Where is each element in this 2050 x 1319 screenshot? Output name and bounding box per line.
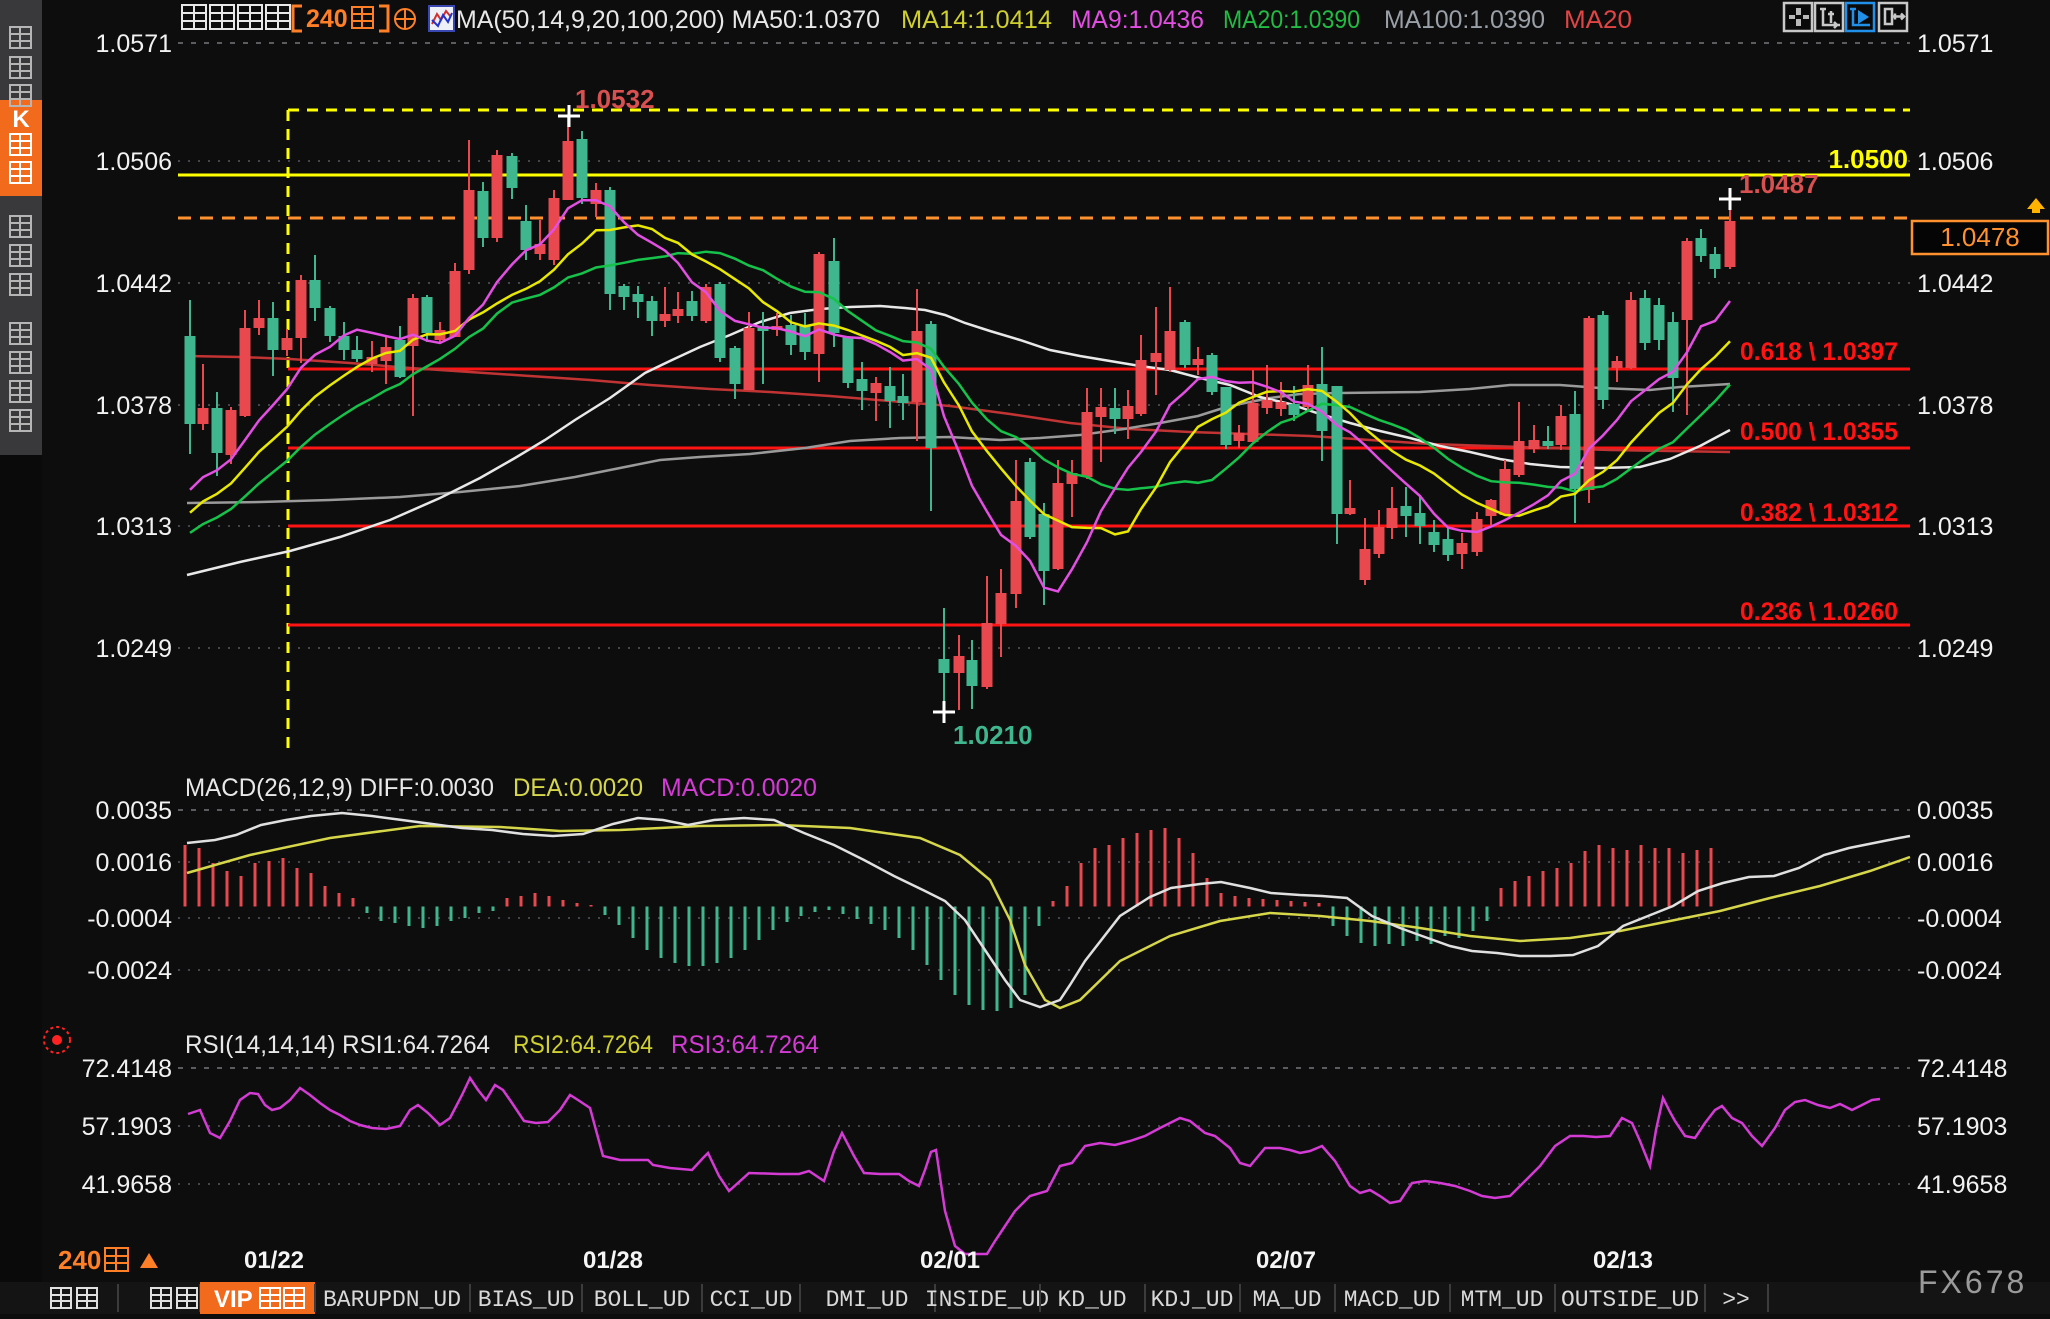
svg-text:VIP: VIP xyxy=(214,1286,253,1313)
svg-text:-0.0004: -0.0004 xyxy=(1917,905,2002,933)
svg-text:K: K xyxy=(12,106,30,133)
svg-text:01/28: 01/28 xyxy=(583,1247,643,1274)
svg-text:-0.0004: -0.0004 xyxy=(87,905,172,933)
svg-text:240: 240 xyxy=(58,1245,101,1275)
svg-text:02/07: 02/07 xyxy=(1256,1247,1316,1274)
svg-text:MA20: MA20 xyxy=(1564,6,1632,34)
svg-text:1.0313: 1.0313 xyxy=(96,513,172,541)
svg-text:RSI3:64.7264: RSI3:64.7264 xyxy=(671,1031,819,1059)
svg-text:MACD(26,12,9) DIFF:0.0030: MACD(26,12,9) DIFF:0.0030 xyxy=(185,774,494,802)
svg-text:0.0016: 0.0016 xyxy=(96,849,172,877)
svg-text:MA14:1.0414: MA14:1.0414 xyxy=(901,6,1052,34)
svg-text:MA_UD: MA_UD xyxy=(1252,1287,1321,1313)
svg-text:1.0378: 1.0378 xyxy=(96,392,172,420)
svg-text:MA(50,14,9,20,100,200) MA50:1.: MA(50,14,9,20,100,200) MA50:1.0370 xyxy=(456,6,880,34)
svg-text:MTM_UD: MTM_UD xyxy=(1461,1287,1544,1313)
svg-text:0.0035: 0.0035 xyxy=(96,797,172,825)
svg-text:BIAS_UD: BIAS_UD xyxy=(478,1287,575,1313)
svg-text:1.0487: 1.0487 xyxy=(1739,169,1819,199)
svg-text:72.4148: 72.4148 xyxy=(1917,1055,2007,1083)
svg-text:MACD:0.0020: MACD:0.0020 xyxy=(661,774,817,802)
svg-text:CCI_UD: CCI_UD xyxy=(710,1287,793,1313)
svg-text:INSIDE_UD: INSIDE_UD xyxy=(925,1287,1049,1313)
svg-text:RSI2:64.7264: RSI2:64.7264 xyxy=(513,1031,653,1059)
svg-text:RSI(14,14,14) RSI1:64.7264: RSI(14,14,14) RSI1:64.7264 xyxy=(185,1031,490,1059)
svg-text:240: 240 xyxy=(306,5,348,33)
svg-text:OUTSIDE_UD: OUTSIDE_UD xyxy=(1561,1287,1699,1313)
svg-text:KDJ_UD: KDJ_UD xyxy=(1151,1287,1234,1313)
svg-text:41.9658: 41.9658 xyxy=(1917,1171,2007,1199)
svg-text:0.382 \ 1.0312: 0.382 \ 1.0312 xyxy=(1740,499,1898,527)
svg-text:MA100:1.0390: MA100:1.0390 xyxy=(1384,6,1545,34)
svg-text:1.0506: 1.0506 xyxy=(1917,148,1993,176)
svg-text:-0.0024: -0.0024 xyxy=(1917,957,2002,985)
svg-text:0.236 \ 1.0260: 0.236 \ 1.0260 xyxy=(1740,598,1898,626)
svg-text:DEA:0.0020: DEA:0.0020 xyxy=(513,774,643,802)
svg-text:0.618 \ 1.0397: 0.618 \ 1.0397 xyxy=(1740,338,1898,366)
svg-text:0.500 \ 1.0355: 0.500 \ 1.0355 xyxy=(1740,418,1898,446)
svg-text:57.1903: 57.1903 xyxy=(1917,1113,2007,1141)
svg-text:02/01: 02/01 xyxy=(920,1247,980,1274)
svg-text:72.4148: 72.4148 xyxy=(82,1055,172,1083)
svg-text:0.0035: 0.0035 xyxy=(1917,797,1993,825)
svg-text:02/13: 02/13 xyxy=(1593,1247,1653,1274)
svg-text:BARUPDN_UD: BARUPDN_UD xyxy=(323,1287,461,1313)
svg-text:1.0249: 1.0249 xyxy=(96,635,172,663)
svg-text:1.0478: 1.0478 xyxy=(1940,222,2020,252)
svg-text:FX678: FX678 xyxy=(1918,1264,2027,1300)
svg-text:1.0442: 1.0442 xyxy=(96,270,172,298)
svg-text:MA9:1.0436: MA9:1.0436 xyxy=(1071,6,1204,34)
svg-text:1.0571: 1.0571 xyxy=(96,30,172,58)
svg-text:41.9658: 41.9658 xyxy=(82,1171,172,1199)
svg-text:57.1903: 57.1903 xyxy=(82,1113,172,1141)
svg-text:1.0249: 1.0249 xyxy=(1917,635,1993,663)
svg-text:1.0378: 1.0378 xyxy=(1917,392,1993,420)
svg-text:1.0210: 1.0210 xyxy=(953,720,1033,750)
svg-text:DMI_UD: DMI_UD xyxy=(826,1287,909,1313)
svg-text:MA20:1.0390: MA20:1.0390 xyxy=(1223,6,1360,34)
svg-text:01/22: 01/22 xyxy=(244,1247,304,1274)
svg-text:1.0532: 1.0532 xyxy=(575,84,655,114)
svg-text:KD_UD: KD_UD xyxy=(1057,1287,1126,1313)
svg-text:BOLL_UD: BOLL_UD xyxy=(594,1287,691,1313)
svg-text:-0.0024: -0.0024 xyxy=(87,957,172,985)
svg-text:1.0442: 1.0442 xyxy=(1917,270,1993,298)
svg-text:1.0571: 1.0571 xyxy=(1917,30,1993,58)
svg-text:>>: >> xyxy=(1722,1287,1750,1313)
svg-text:1.0506: 1.0506 xyxy=(96,148,172,176)
svg-text:MACD_UD: MACD_UD xyxy=(1344,1287,1441,1313)
svg-text:1.0500: 1.0500 xyxy=(1828,144,1908,174)
svg-text:1.0313: 1.0313 xyxy=(1917,513,1993,541)
svg-text:0.0016: 0.0016 xyxy=(1917,849,1993,877)
